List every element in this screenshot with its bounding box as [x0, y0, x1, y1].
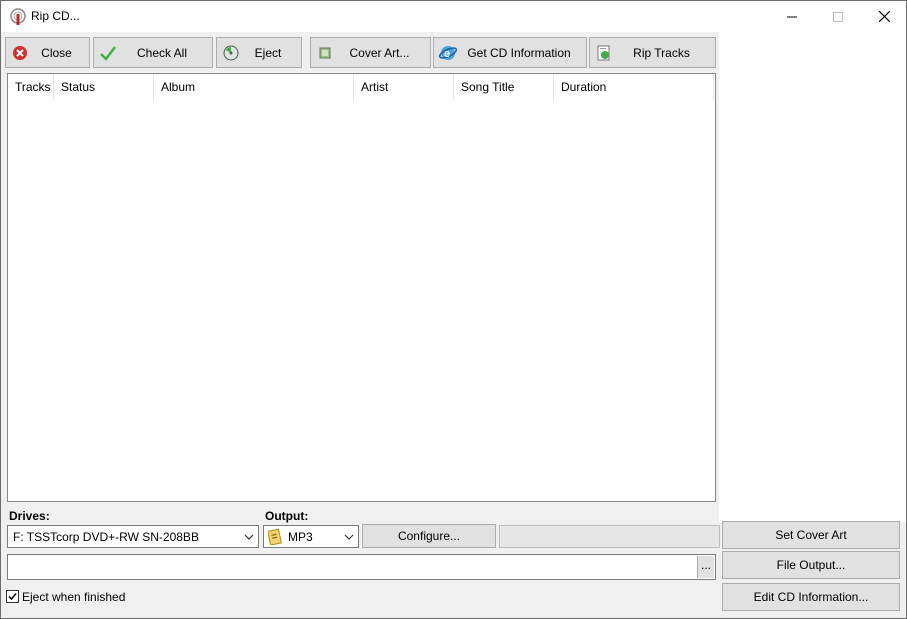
drives-select-value: F: TSSTcorp DVD+-RW SN-208BB: [13, 530, 199, 544]
eject-disc-icon: [222, 44, 240, 62]
edit-cd-information-button[interactable]: Edit CD Information...: [722, 583, 900, 611]
svg-text:e: e: [444, 48, 450, 60]
eject-button[interactable]: Eject: [216, 37, 302, 68]
output-label: Output:: [265, 509, 309, 523]
internet-explorer-icon: e: [439, 44, 457, 62]
close-circle-icon: [11, 44, 29, 62]
app-icon: [10, 8, 26, 25]
audio-file-icon: [268, 529, 282, 545]
output-path-input[interactable]: ...: [7, 554, 716, 580]
check-all-button[interactable]: Check All: [93, 37, 213, 68]
chevron-down-icon: [344, 534, 354, 540]
chevron-down-icon: [244, 534, 254, 540]
column-header-song-title[interactable]: Song Title: [454, 74, 554, 101]
drives-select[interactable]: F: TSSTcorp DVD+-RW SN-208BB: [7, 525, 259, 548]
close-button[interactable]: Close: [5, 37, 90, 68]
maximize-icon: [833, 11, 843, 22]
minimize-icon: [787, 16, 797, 17]
get-cd-information-button[interactable]: e Get CD Information: [433, 37, 587, 68]
close-icon: [878, 11, 890, 22]
column-header-artist[interactable]: Artist: [354, 74, 454, 101]
close-window-button[interactable]: [861, 1, 906, 32]
column-header-status[interactable]: Status: [54, 74, 154, 101]
eject-when-finished-label: Eject when finished: [22, 590, 126, 604]
rip-cd-window: Rip CD... Close Check All Eject Cover Ar…: [0, 0, 907, 619]
title-bar: Rip CD...: [1, 1, 906, 32]
cover-art-icon: [316, 44, 334, 62]
rip-tracks-button[interactable]: Rip Tracks: [589, 37, 716, 68]
configure-button[interactable]: Configure...: [362, 524, 496, 548]
cover-art-button[interactable]: Cover Art...: [310, 37, 431, 68]
column-header-duration[interactable]: Duration: [554, 74, 714, 101]
set-cover-art-button[interactable]: Set Cover Art: [722, 521, 900, 549]
rip-progress-bar: [499, 525, 720, 548]
maximize-button[interactable]: [815, 1, 861, 32]
browse-button[interactable]: ...: [697, 556, 714, 578]
window-title: Rip CD...: [31, 9, 80, 23]
checkmark-icon: [8, 593, 17, 601]
output-format-select[interactable]: MP3: [263, 525, 359, 548]
checkmark-icon: [99, 44, 117, 62]
minimize-button[interactable]: [769, 1, 815, 32]
output-format-value: MP3: [288, 530, 313, 544]
right-panel: [719, 32, 906, 522]
file-output-button[interactable]: File Output...: [722, 551, 900, 579]
drives-label: Drives:: [9, 509, 50, 523]
track-list[interactable]: Tracks Status Album Artist Song Title Du…: [7, 73, 716, 502]
track-list-header: Tracks Status Album Artist Song Title Du…: [8, 74, 715, 101]
eject-when-finished-checkbox[interactable]: [6, 590, 19, 603]
column-header-tracks[interactable]: Tracks: [8, 74, 54, 101]
column-header-album[interactable]: Album: [154, 74, 354, 101]
rip-document-icon: [595, 44, 613, 62]
